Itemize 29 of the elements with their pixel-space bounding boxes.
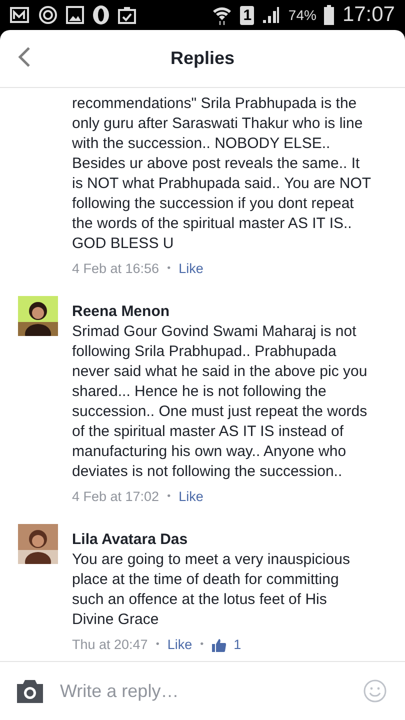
signal-icon: [262, 6, 280, 24]
clipboard-icon: [118, 6, 136, 24]
mail-icon: [10, 6, 30, 24]
like-link[interactable]: Like: [178, 488, 204, 506]
comment-text: Srimad Gour Govind Swami Maharaj is not following Srila Prabhupad.. Prabhupada never said what he said in the above pic you shared... Hence he is not following the succession.. One must just repeat the words of the spiritual master AS IT IS instead of manufacturing his own way.. Anyone who deviates is not following the succession..: [72, 322, 368, 482]
like-count: 1: [234, 636, 242, 654]
comment-time: 4 Feb at 16:56: [72, 260, 160, 278]
separator-dot: •: [167, 490, 171, 504]
sim-indicator: 1: [240, 6, 254, 24]
header-title: Replies: [170, 48, 235, 69]
reply-input-field[interactable]: Write a reply…: [60, 676, 347, 706]
separator-dot: •: [200, 638, 204, 652]
like-link[interactable]: Like: [178, 260, 204, 278]
comment-text: You are going to meet a very inauspicious place at the time of death for committing such an offence at the lotus feet of His Divine Grace: [72, 550, 351, 630]
comment-time: Thu at 20:47: [72, 636, 148, 654]
wifi-icon: [212, 5, 232, 25]
comment-time: 4 Feb at 17:02: [72, 488, 160, 506]
battery-icon: [324, 5, 334, 25]
author-name[interactable]: Reena Menon: [72, 302, 371, 322]
comment-text: recommendations" Srila Prabhupada is the only guru after Saraswati Thakur who is line with the succession.. NOBODY ELSE.. Besides ur above post reveals the same.. It is NOT what Prabhupada said.. You are NOT following the succession if you dont repeat the words of the spiritual master AS IT IS.. GOD BLESS U: [72, 94, 371, 254]
battery-percentage: 74%: [288, 7, 316, 23]
image-icon: [66, 6, 84, 24]
clock-time: 17:07: [342, 3, 395, 27]
author-name[interactable]: Lila Avatara Das: [72, 530, 371, 550]
camera-icon[interactable]: [16, 679, 44, 703]
thumbs-up-icon: [212, 638, 226, 652]
separator-dot: •: [156, 638, 160, 652]
separator-dot: •: [167, 262, 171, 276]
like-link[interactable]: Like: [167, 636, 192, 654]
